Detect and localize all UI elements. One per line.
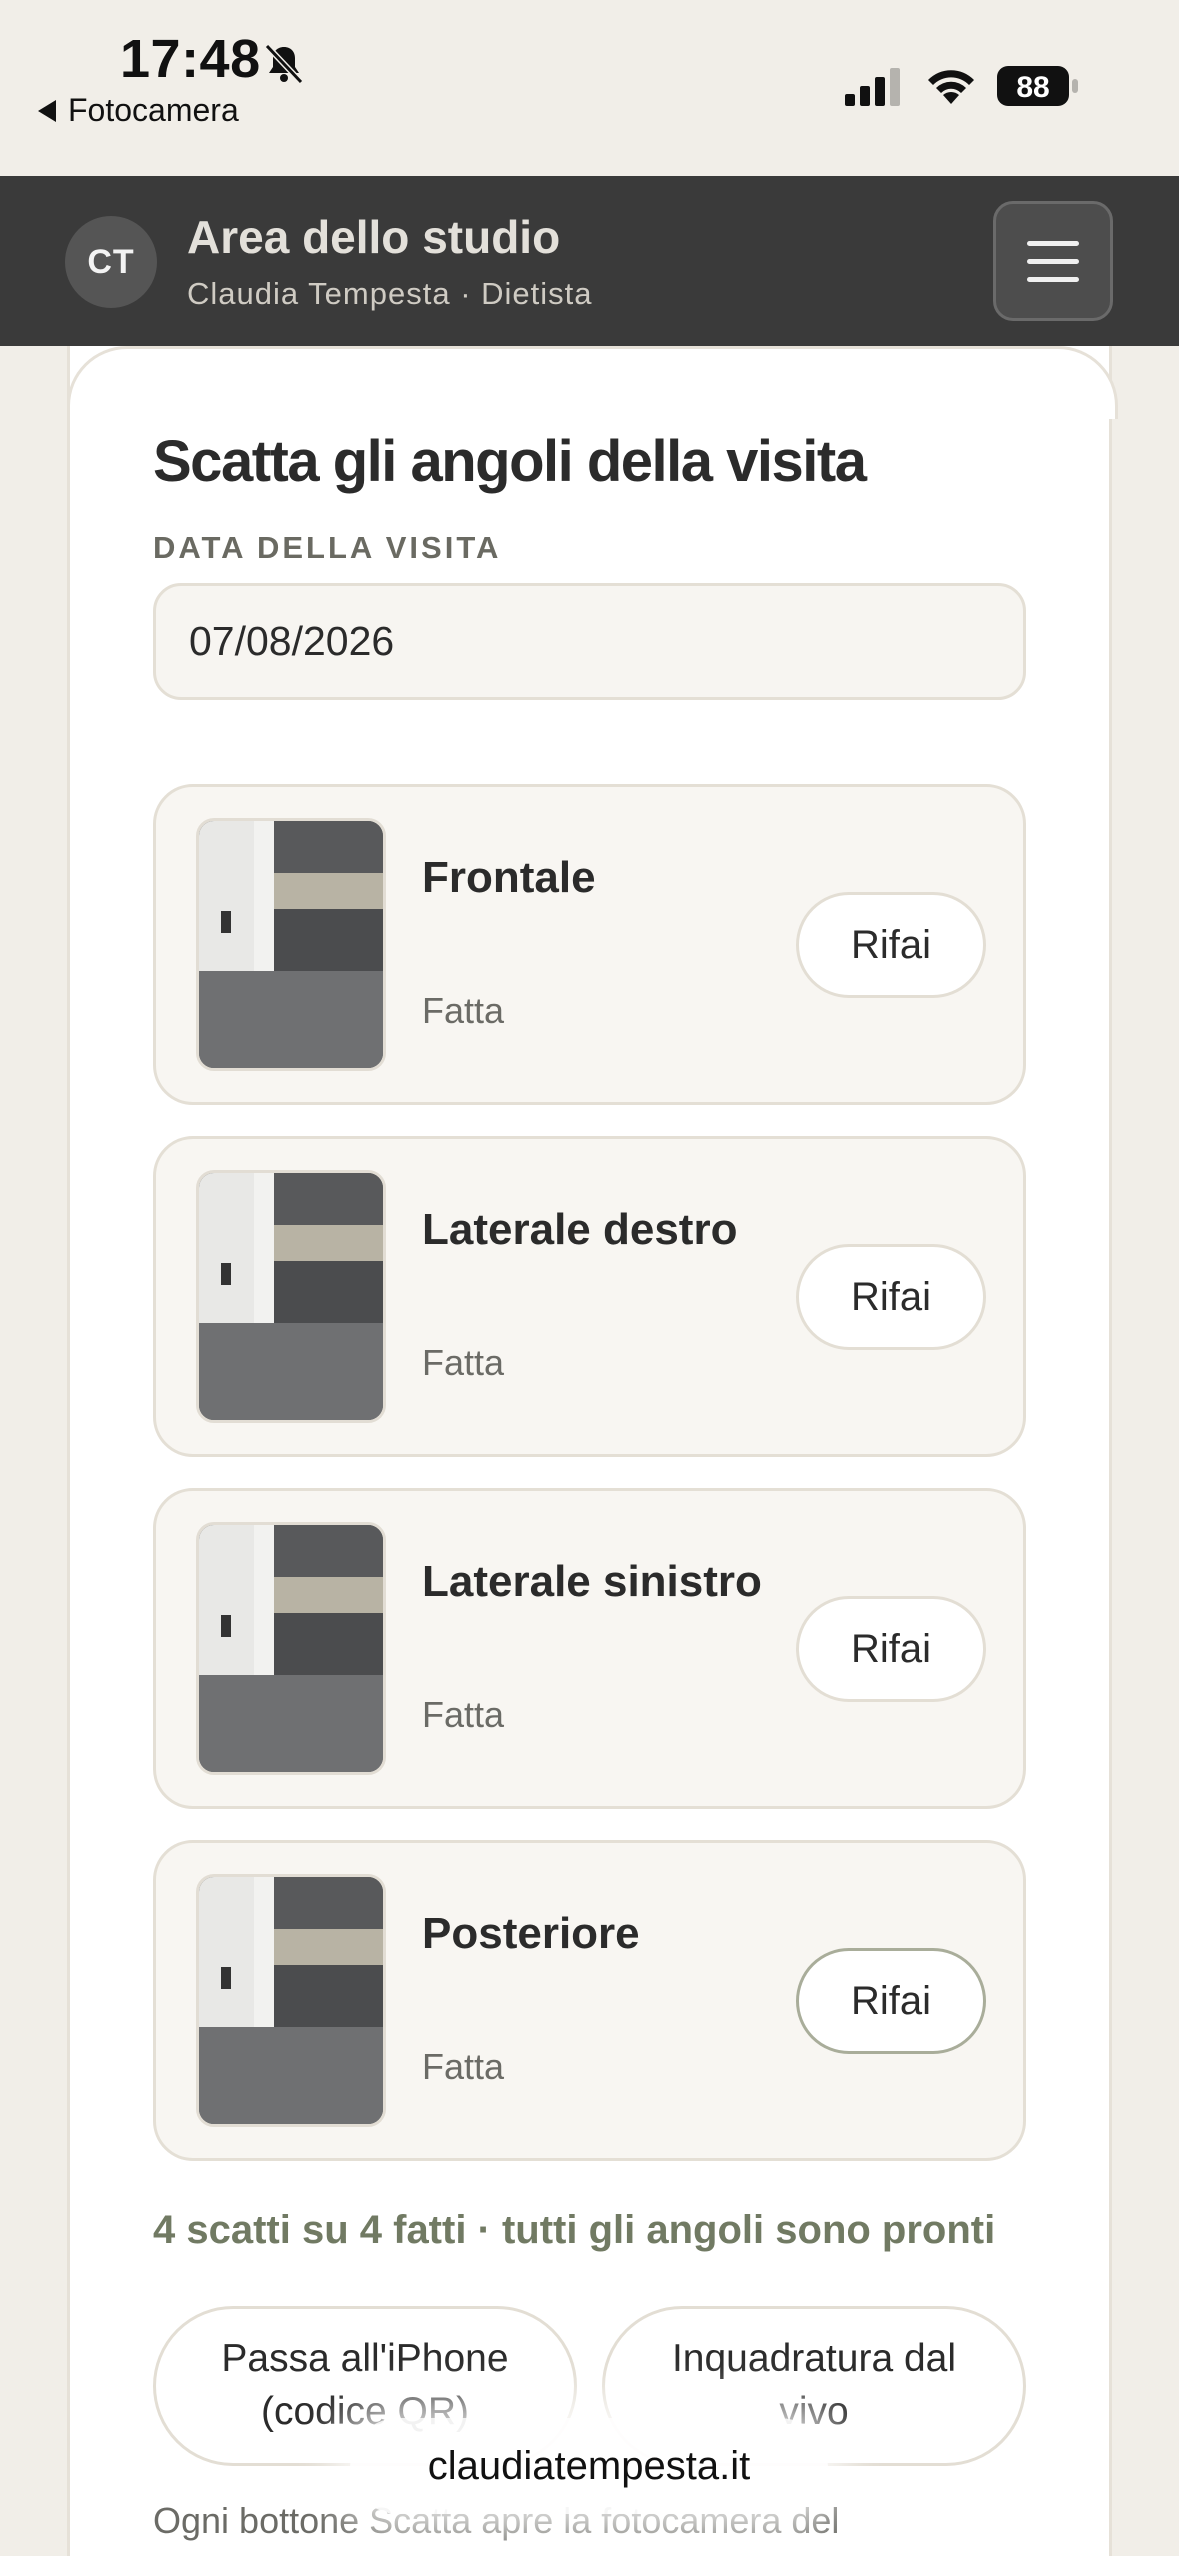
app-header: CT Area dello studio Claudia Tempesta · … <box>0 176 1179 346</box>
back-arrow-icon <box>38 99 56 122</box>
header-subtitle: Claudia Tempesta · Dietista <box>187 276 593 311</box>
shot-status: Fatta <box>422 2046 505 2087</box>
wifi-icon <box>928 70 974 104</box>
shot-card-laterale-sinistro: Laterale sinistro Fatta Rifai <box>153 1488 1026 1809</box>
shot-card-frontale: Frontale Fatta Rifai <box>153 784 1026 1105</box>
redo-button[interactable]: Rifai <box>796 1244 986 1350</box>
shot-status: Fatta <box>422 990 505 1031</box>
back-label: Fotocamera <box>68 92 239 128</box>
photo-thumbnail[interactable] <box>196 1170 386 1423</box>
status-time: 17:48 <box>120 29 261 89</box>
shot-name: Laterale sinistro <box>422 1557 762 1606</box>
visit-date-field[interactable]: 07/08/2026 <box>153 583 1026 700</box>
date-label: DATA DELLA VISITA <box>153 530 502 565</box>
photo-thumbnail[interactable] <box>196 1522 386 1775</box>
battery-level: 88 <box>1016 71 1049 104</box>
avatar: CT <box>65 216 157 308</box>
shot-card-posteriore: Posteriore Fatta Rifai <box>153 1840 1026 2161</box>
status-bar: 17:48 Fotocamera 88 <box>0 0 1179 176</box>
redo-button[interactable]: Rifai <box>796 1596 986 1702</box>
shot-name: Posteriore <box>422 1909 640 1958</box>
redo-button[interactable]: Rifai <box>796 892 986 998</box>
shot-card-laterale-destro: Laterale destro Fatta Rifai <box>153 1136 1026 1457</box>
battery-icon: 88 <box>997 66 1078 106</box>
browser-url-bar[interactable]: claudiatempesta.it <box>350 2418 828 2514</box>
shot-status: Fatta <box>422 1694 505 1735</box>
shot-name: Frontale <box>422 853 596 902</box>
cellular-signal-icon <box>845 68 900 106</box>
back-to-camera-link[interactable]: Fotocamera <box>38 92 239 129</box>
page-title: Scatta gli angoli della visita <box>153 429 867 494</box>
photo-thumbnail[interactable] <box>196 818 386 1071</box>
progress-summary: 4 scatti su 4 fatti · tutti gli angoli s… <box>153 2208 996 2252</box>
redo-button[interactable]: Rifai <box>796 1948 986 2054</box>
bell-slash-icon <box>264 43 304 85</box>
shot-status: Fatta <box>422 1342 505 1383</box>
header-title: Area dello studio <box>187 211 561 263</box>
hamburger-menu-icon[interactable] <box>993 201 1113 321</box>
photo-thumbnail[interactable] <box>196 1874 386 2127</box>
shot-name: Laterale destro <box>422 1205 738 1254</box>
